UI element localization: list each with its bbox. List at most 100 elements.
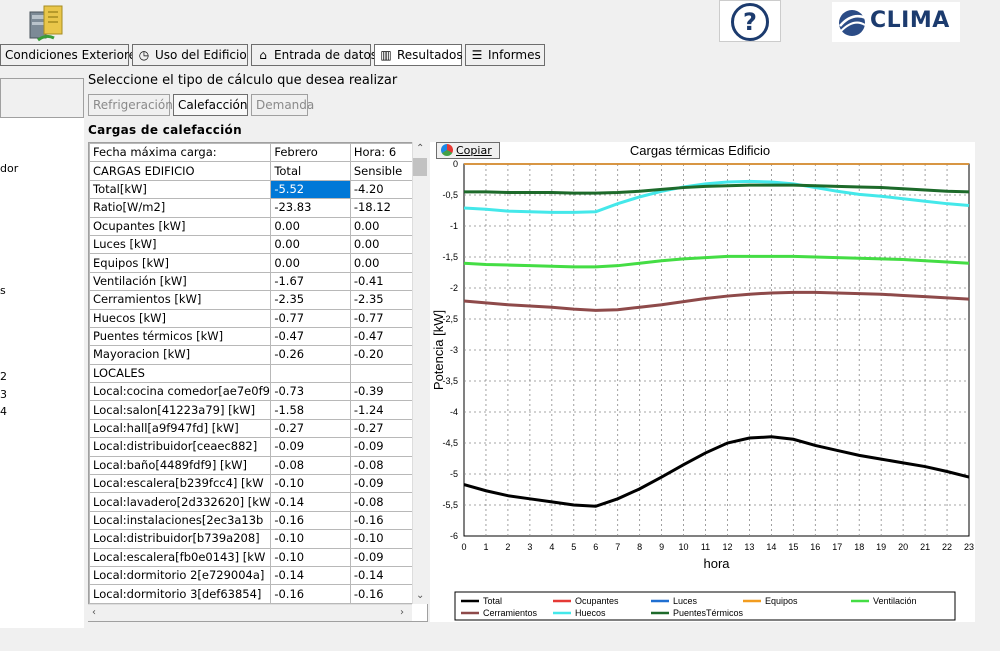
- tree-item[interactable]: 3: [0, 388, 7, 401]
- calefaccion-button[interactable]: Calefacción: [173, 94, 248, 116]
- value-cell[interactable]: -0.14: [270, 565, 351, 586]
- tab-entrada-de-datos[interactable]: ⌂ Entrada de datos: [251, 44, 377, 66]
- value-cell[interactable]: [270, 363, 351, 384]
- table-row[interactable]: Local:hall[a9f947fd] [kW] -0.27 -0.27: [89, 418, 427, 439]
- table-row[interactable]: LOCALES: [89, 363, 427, 384]
- scroll-right-icon[interactable]: ›: [400, 607, 404, 618]
- row-label-cell[interactable]: Local:instalaciones[2ec3a13b: [89, 510, 272, 531]
- row-label-cell[interactable]: Local:lavadero[2d332620] [kW: [89, 492, 272, 512]
- refrigeracion-button[interactable]: Refrigeración: [88, 94, 173, 116]
- value-cell[interactable]: -5.52: [270, 179, 351, 200]
- table-row[interactable]: Local:distribuidor[ceaec882] -0.09 -0.09: [89, 437, 427, 457]
- scroll-left-icon[interactable]: ‹: [92, 607, 96, 618]
- table-row[interactable]: Local:baño[4489fdf9] [kW] -0.08 -0.08: [89, 455, 427, 476]
- left-tree[interactable]: dor s 2 3 4: [0, 118, 84, 628]
- table-row[interactable]: Ratio[W/m2] -23.83 -18.12: [89, 198, 427, 218]
- row-label-cell[interactable]: Local:escalera[fb0e0143] [kW: [89, 547, 272, 567]
- table-row[interactable]: Local:salon[41223a79] [kW] -1.58 -1.24: [89, 400, 427, 420]
- table-row[interactable]: Local:lavadero[2d332620] [kW -0.14 -0.08: [89, 492, 427, 512]
- scroll-down-icon[interactable]: ⌄: [416, 590, 424, 601]
- value-cell[interactable]: -0.10: [270, 474, 351, 494]
- value-cell[interactable]: -0.10: [270, 529, 351, 549]
- value-cell[interactable]: -0.08: [270, 455, 351, 476]
- row-label-cell[interactable]: Local:dormitorio 3[def63854]: [89, 584, 272, 604]
- row-label-cell[interactable]: Local:escalera[b239fcc4] [kW: [89, 474, 272, 494]
- row-label-cell[interactable]: Local:baño[4489fdf9] [kW]: [89, 455, 272, 476]
- app-icon[interactable]: [24, 2, 68, 42]
- row-label-cell[interactable]: Local:distribuidor[b739a208]: [89, 529, 272, 549]
- scroll-up-icon[interactable]: ⌃: [416, 143, 424, 154]
- value-cell[interactable]: -0.14: [270, 492, 351, 512]
- row-label-cell[interactable]: Local:cocina comedor[ae7e0f9: [89, 382, 272, 402]
- table-row[interactable]: Ocupantes [kW] 0.00 0.00: [89, 216, 427, 236]
- tree-item[interactable]: 2: [0, 370, 7, 383]
- row-label-cell[interactable]: Ratio[W/m2]: [89, 198, 272, 218]
- table-row[interactable]: Ventilación [kW] -1.67 -0.41: [89, 271, 427, 292]
- row-label-cell[interactable]: Ocupantes [kW]: [89, 216, 272, 236]
- value-cell[interactable]: -0.16: [270, 584, 351, 604]
- tree-item[interactable]: 4: [0, 405, 7, 418]
- tree-item[interactable]: s: [0, 284, 6, 297]
- tree-item[interactable]: dor: [0, 162, 18, 175]
- value-cell[interactable]: -0.09: [270, 437, 351, 457]
- value-cell[interactable]: -0.16: [270, 510, 351, 531]
- value-cell[interactable]: 0.00: [270, 234, 351, 255]
- row-label-cell[interactable]: Luces [kW]: [89, 234, 272, 255]
- loads-grid[interactable]: Fecha máxima carga: Febrero Hora: 6 CARGAS …: [88, 142, 428, 622]
- row-label-cell[interactable]: LOCALES: [89, 363, 272, 384]
- table-row[interactable]: CARGAS EDIFICIO Total Sensible: [89, 161, 427, 181]
- row-label-cell[interactable]: Total[kW]: [89, 179, 272, 200]
- tab-uso-del-edificio[interactable]: ◷ Uso del Edificio: [132, 44, 248, 66]
- table-row[interactable]: Fecha máxima carga: Febrero Hora: 6: [89, 143, 427, 163]
- row-label-cell[interactable]: Cerramientos [kW]: [89, 290, 272, 310]
- table-row[interactable]: Local:cocina comedor[ae7e0f9 -0.73 -0.39: [89, 382, 427, 402]
- table-row[interactable]: Local:escalera[fb0e0143] [kW -0.10 -0.09: [89, 547, 427, 567]
- row-label-cell[interactable]: Local:distribuidor[ceaec882]: [89, 437, 272, 457]
- value-cell[interactable]: 0.00: [270, 253, 351, 273]
- row-label-cell[interactable]: Huecos [kW]: [89, 308, 272, 328]
- grid-horizontal-scrollbar[interactable]: ‹ ›: [88, 604, 412, 621]
- value-cell[interactable]: -0.77: [270, 308, 351, 328]
- value-cell[interactable]: -2.35: [270, 290, 351, 310]
- demanda-button[interactable]: Demanda: [251, 94, 314, 116]
- scroll-thumb[interactable]: [413, 158, 427, 176]
- row-label-cell[interactable]: Local:dormitorio 2[e729004a]: [89, 565, 272, 586]
- row-label-cell[interactable]: Fecha máxima carga:: [89, 143, 272, 163]
- value-cell[interactable]: -1.67: [270, 271, 351, 292]
- table-row[interactable]: Mayoracion [kW] -0.26 -0.20: [89, 345, 427, 365]
- table-row[interactable]: Local:dormitorio 3[def63854] -0.16 -0.16: [89, 584, 427, 604]
- table-row[interactable]: Huecos [kW] -0.77 -0.77: [89, 308, 427, 328]
- tab-informes[interactable]: ☰ Informes: [465, 44, 545, 66]
- value-cell[interactable]: -0.73: [270, 382, 351, 402]
- row-label-cell[interactable]: CARGAS EDIFICIO: [89, 161, 272, 181]
- table-row[interactable]: Local:instalaciones[2ec3a13b -0.16 -0.16: [89, 510, 427, 531]
- value-cell[interactable]: -23.83: [270, 198, 351, 218]
- table-row[interactable]: Local:escalera[b239fcc4] [kW -0.10 -0.09: [89, 474, 427, 494]
- value-cell[interactable]: -1.58: [270, 400, 351, 420]
- table-row[interactable]: Total[kW] -5.52 -4.20: [89, 179, 427, 200]
- value-cell[interactable]: -0.26: [270, 345, 351, 365]
- row-label-cell[interactable]: Ventilación [kW]: [89, 271, 272, 292]
- tab-resultados[interactable]: ▥ Resultados: [374, 44, 463, 66]
- help-button[interactable]: ?: [719, 0, 781, 42]
- table-row[interactable]: Equipos [kW] 0.00 0.00: [89, 253, 427, 273]
- value-cell[interactable]: -0.27: [270, 418, 351, 439]
- value-cell[interactable]: Febrero: [270, 143, 351, 163]
- value-cell[interactable]: 0.00: [270, 216, 351, 236]
- value-cell[interactable]: -0.47: [270, 326, 351, 347]
- table-row[interactable]: Cerramientos [kW] -2.35 -2.35: [89, 290, 427, 310]
- y-tick-label: -0,5: [442, 190, 458, 200]
- row-label-cell[interactable]: Mayoracion [kW]: [89, 345, 272, 365]
- row-label-cell[interactable]: Puentes térmicos [kW]: [89, 326, 272, 347]
- row-label-cell[interactable]: Local:salon[41223a79] [kW]: [89, 400, 272, 420]
- value-cell[interactable]: Total: [270, 161, 351, 181]
- table-row[interactable]: Puentes térmicos [kW] -0.47 -0.47: [89, 326, 427, 347]
- row-label-cell[interactable]: Local:hall[a9f947fd] [kW]: [89, 418, 272, 439]
- table-row[interactable]: Luces [kW] 0.00 0.00: [89, 234, 427, 255]
- tab-condiciones-exteriores[interactable]: Condiciones Exteriores: [0, 44, 142, 66]
- grid-vertical-scrollbar[interactable]: ⌃ ⌄: [412, 142, 428, 604]
- value-cell[interactable]: -0.10: [270, 547, 351, 567]
- row-label-cell[interactable]: Equipos [kW]: [89, 253, 272, 273]
- table-row[interactable]: Local:dormitorio 2[e729004a] -0.14 -0.14: [89, 565, 427, 586]
- table-row[interactable]: Local:distribuidor[b739a208] -0.10 -0.10: [89, 529, 427, 549]
